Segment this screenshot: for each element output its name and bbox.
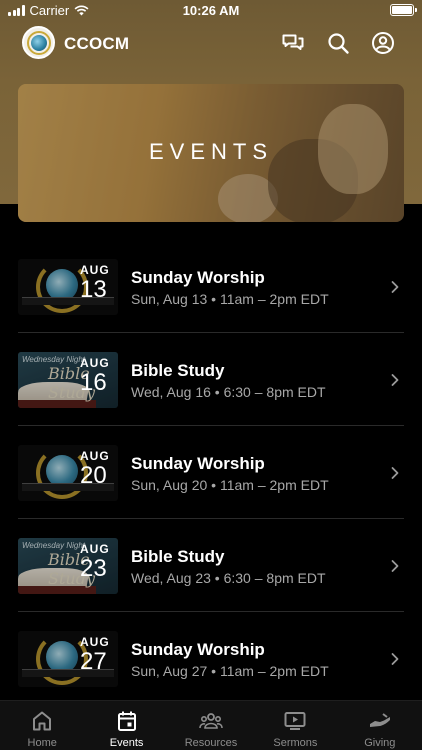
event-datetime: Wed, Aug 23 • 6:30 – 8pm EDT bbox=[131, 570, 326, 586]
tab-sermons[interactable]: Sermons bbox=[253, 701, 337, 750]
event-thumbnail: AUG 20 bbox=[18, 445, 118, 501]
chevron-right-icon bbox=[391, 653, 399, 665]
event-datetime: Sun, Aug 13 • 11am – 2pm EDT bbox=[131, 291, 329, 307]
tab-label: Home bbox=[27, 737, 57, 749]
tab-label: Sermons bbox=[273, 737, 318, 749]
tab-label: Resources bbox=[184, 737, 238, 749]
tab-resources[interactable]: Resources bbox=[169, 701, 253, 750]
status-time: 10:26 AM bbox=[182, 3, 240, 18]
tab-home[interactable]: Home bbox=[0, 701, 84, 750]
video-icon bbox=[284, 712, 306, 730]
event-month: AUG bbox=[80, 356, 110, 370]
event-month: AUG bbox=[80, 542, 110, 556]
banner-title: EVENTS bbox=[148, 139, 274, 164]
tab-giving[interactable]: Giving bbox=[338, 701, 422, 750]
app-title: CCOCM bbox=[64, 34, 130, 53]
church-logo[interactable] bbox=[22, 26, 55, 59]
event-day: 16 bbox=[80, 369, 107, 396]
giving-hand-icon bbox=[369, 713, 390, 727]
chevron-right-icon bbox=[391, 560, 399, 572]
event-month: AUG bbox=[80, 449, 110, 463]
event-thumbnail: Wednesday Night Bible Study AUG 23 bbox=[18, 538, 118, 594]
event-title: Sunday Worship bbox=[131, 454, 265, 473]
home-icon bbox=[33, 711, 52, 731]
event-thumbnail: Wednesday Night Bible Study AUG 16 bbox=[18, 352, 118, 408]
battery-icon bbox=[390, 4, 417, 16]
tab-bar: Home Events Resources Sermons Giving bbox=[0, 700, 422, 750]
event-title: Bible Study bbox=[131, 361, 225, 380]
event-thumbnail: AUG 13 bbox=[18, 259, 118, 315]
profile-icon[interactable] bbox=[371, 31, 395, 55]
tab-label: Events bbox=[109, 737, 144, 749]
event-datetime: Wed, Aug 16 • 6:30 – 8pm EDT bbox=[131, 384, 326, 400]
events-banner: EVENTS bbox=[18, 84, 404, 222]
tab-events[interactable]: Events bbox=[84, 701, 168, 750]
event-title: Sunday Worship bbox=[131, 268, 265, 287]
event-row[interactable]: AUG 27 Sunday Worship Sun, Aug 27 • 11am… bbox=[18, 612, 404, 705]
event-row[interactable]: Wednesday Night Bible Study AUG 16 Bible… bbox=[18, 333, 404, 426]
event-day: 13 bbox=[80, 276, 107, 303]
event-day: 20 bbox=[80, 462, 107, 489]
event-datetime: Sun, Aug 27 • 11am – 2pm EDT bbox=[131, 663, 329, 679]
event-row[interactable]: Wednesday Night Bible Study AUG 23 Bible… bbox=[18, 519, 404, 612]
event-day: 27 bbox=[80, 648, 107, 675]
event-title: Sunday Worship bbox=[131, 640, 265, 659]
chevron-right-icon bbox=[391, 467, 399, 479]
event-datetime: Sun, Aug 20 • 11am – 2pm EDT bbox=[131, 477, 329, 493]
calendar-icon bbox=[117, 711, 136, 731]
event-thumbnail: AUG 27 bbox=[18, 631, 118, 687]
messages-icon[interactable] bbox=[281, 31, 305, 55]
event-row[interactable]: AUG 13 Sunday Worship Sun, Aug 13 • 11am… bbox=[18, 240, 404, 333]
chevron-right-icon bbox=[391, 374, 399, 386]
event-title: Bible Study bbox=[131, 547, 225, 566]
search-icon[interactable] bbox=[326, 31, 350, 55]
event-row[interactable]: AUG 20 Sunday Worship Sun, Aug 20 • 11am… bbox=[18, 426, 404, 519]
app-header: CCOCM bbox=[0, 24, 422, 64]
tab-label: Giving bbox=[364, 737, 396, 749]
event-month: AUG bbox=[80, 263, 110, 277]
people-icon bbox=[199, 713, 223, 729]
status-bar: Carrier 10:26 AM bbox=[0, 0, 422, 22]
event-month: AUG bbox=[80, 635, 110, 649]
event-day: 23 bbox=[80, 555, 107, 582]
events-list: AUG 13 Sunday Worship Sun, Aug 13 • 11am… bbox=[18, 240, 404, 705]
chevron-right-icon bbox=[391, 281, 399, 293]
